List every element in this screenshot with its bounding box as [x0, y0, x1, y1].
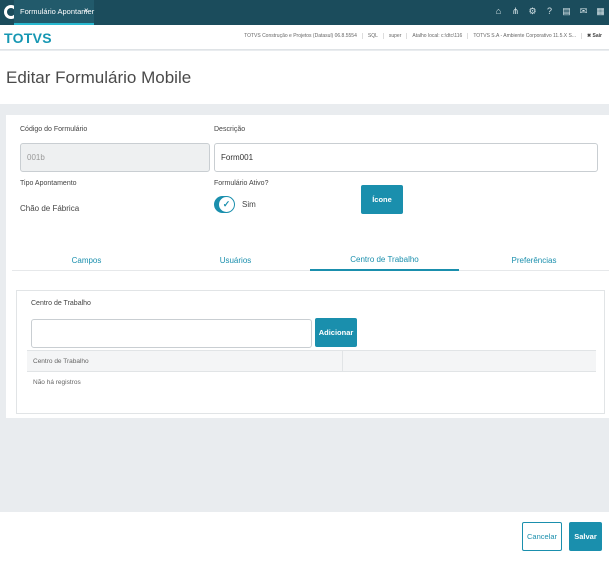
info-shortcut: Atalho local: c:\dtc\116 — [406, 33, 467, 39]
tab-bar: Campos Usuários Centro de Trabalho Prefe… — [12, 249, 609, 271]
check-icon: ✓ — [219, 197, 234, 212]
tab-formulario[interactable]: Formulário Apontamer × — [14, 0, 94, 25]
active-toggle[interactable]: ✓ — [214, 196, 235, 213]
form-panel: Código do Formulário 001b Descrição Form… — [6, 115, 609, 418]
environment-info: TOTVS Construção e Projetos (Datasul) 06… — [239, 33, 607, 39]
grid-empty-message: Não há registros — [33, 379, 81, 386]
save-button[interactable]: Salvar — [569, 522, 602, 551]
work-center-grid: Centro de Trabalho Não há registros — [27, 350, 596, 390]
code-label: Código do Formulário — [20, 126, 88, 133]
active-label: Formulário Ativo? — [214, 180, 269, 187]
help-icon[interactable]: ? — [545, 6, 554, 17]
document-icon[interactable]: ▤ — [562, 6, 571, 17]
mail-icon[interactable]: ✉ — [579, 6, 588, 17]
top-bar: Formulário Apontamer × ⌂ ⋔ ⚙ ? ▤ ✉ ▦ — [0, 0, 609, 25]
gear-icon[interactable]: ⚙ — [528, 6, 537, 17]
sitemap-icon[interactable]: ⋔ — [511, 6, 520, 17]
grid-icon[interactable]: ▦ — [596, 6, 605, 17]
page-title: Editar Formulário Mobile — [6, 68, 192, 87]
brand-bar: TOTVS TOTVS Construção e Projetos (Datas… — [0, 25, 609, 50]
grid-header-row: Centro de Trabalho — [27, 350, 596, 372]
info-user: super — [382, 33, 407, 39]
info-database: SQL — [361, 33, 383, 39]
tab-centro-de-trabalho[interactable]: Centro de Trabalho — [310, 249, 459, 271]
type-label: Tipo Apontamento — [20, 180, 77, 187]
add-button[interactable]: Adicionar — [315, 318, 357, 347]
code-field: 001b — [20, 143, 210, 172]
exit-button[interactable]: ✖ Sair — [580, 33, 607, 39]
work-center-section: Centro de Trabalho Adicionar Centro de T… — [16, 290, 605, 414]
tab-preferencias[interactable]: Preferências — [459, 249, 609, 271]
page-header: Editar Formulário Mobile — [0, 51, 609, 104]
work-center-input[interactable] — [31, 319, 312, 348]
brand-logo: TOTVS — [4, 30, 52, 46]
tab-close-icon[interactable]: × — [84, 6, 89, 15]
work-center-label: Centro de Trabalho — [31, 300, 91, 307]
info-product: TOTVS Construção e Projetos (Datasul) 06… — [244, 33, 357, 39]
home-icon[interactable]: ⌂ — [494, 6, 503, 17]
type-value: Chão de Fábrica — [20, 204, 80, 213]
tab-usuarios[interactable]: Usuários — [161, 249, 310, 271]
footer-bar: Cancelar Salvar — [0, 512, 609, 562]
description-label: Descrição — [214, 126, 246, 133]
cancel-button[interactable]: Cancelar — [522, 522, 562, 551]
info-environment: TOTVS S.A - Ambiente Corporativo 11.5.X … — [467, 33, 581, 39]
description-field[interactable]: Form001 — [214, 143, 598, 172]
icon-button[interactable]: Ícone — [361, 185, 403, 214]
tab-campos[interactable]: Campos — [12, 249, 161, 271]
top-icons: ⌂ ⋔ ⚙ ? ▤ ✉ ▦ — [494, 6, 605, 17]
active-value: Sim — [242, 200, 256, 209]
grid-header-work-center[interactable]: Centro de Trabalho — [27, 351, 343, 371]
